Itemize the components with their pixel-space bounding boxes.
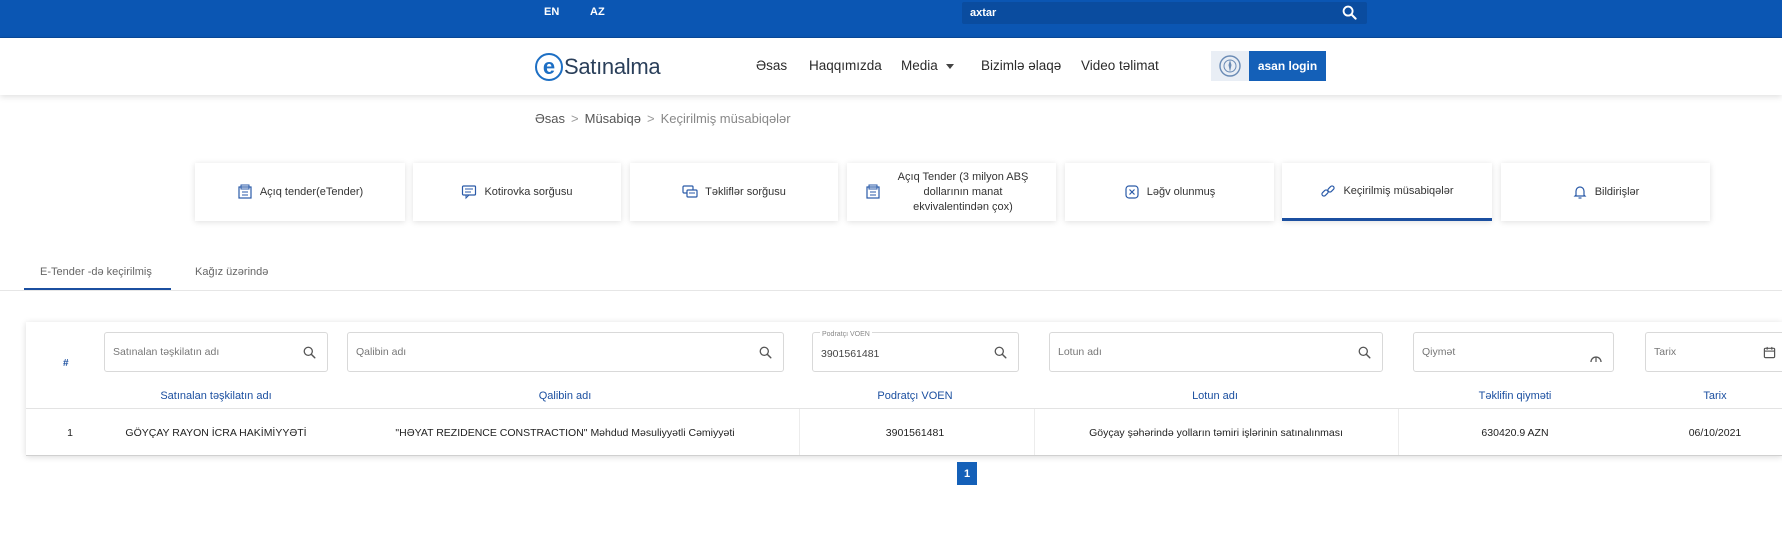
nav-video-tutorial[interactable]: Video təlimat bbox=[1081, 58, 1159, 73]
card-label: Bildirişlər bbox=[1594, 186, 1640, 198]
tab-etender[interactable]: E-Tender -də keçirilmiş bbox=[40, 266, 152, 278]
search-icon[interactable] bbox=[759, 346, 772, 364]
cell-org: GÖYÇAY RAYON İCRA HAKİMİYYƏTİ bbox=[125, 427, 307, 439]
tab-paper[interactable]: Kağız üzərində bbox=[195, 266, 268, 278]
table-header-divider bbox=[26, 408, 1782, 409]
cell-lot: Göyçay şəhərində yolların təmiri işlərin… bbox=[1089, 427, 1343, 439]
card-label: Kotirovka sorğusu bbox=[484, 186, 573, 198]
header-date[interactable]: Tarix bbox=[1675, 390, 1755, 402]
card-open-tender-large[interactable]: Açıq Tender (3 milyon ABŞ dollarının man… bbox=[847, 163, 1056, 221]
winner-filter-field bbox=[347, 332, 784, 372]
lang-en-link[interactable]: EN bbox=[544, 6, 559, 18]
link-icon bbox=[1320, 183, 1336, 199]
tender-doc-icon bbox=[237, 184, 253, 200]
tabs-divider bbox=[0, 290, 1782, 291]
card-label: Təkliflər sorğusu bbox=[705, 186, 786, 198]
offers-chat-icon bbox=[682, 184, 698, 200]
header-voen[interactable]: Podratçı VOEN bbox=[840, 390, 990, 402]
date-filter-field bbox=[1645, 332, 1782, 372]
asan-login-button[interactable]: asan login bbox=[1211, 51, 1326, 81]
cancel-x-icon bbox=[1124, 184, 1140, 200]
nav-media[interactable]: Media bbox=[901, 58, 954, 73]
site-logo[interactable]: e Satınalma bbox=[535, 50, 661, 84]
emblem-icon bbox=[1211, 51, 1249, 81]
lang-az-link[interactable]: AZ bbox=[590, 6, 605, 18]
cell-row-number: 1 bbox=[67, 427, 73, 439]
search-icon[interactable] bbox=[994, 346, 1007, 364]
cell-divider bbox=[799, 409, 800, 455]
logo-e-mark: e bbox=[535, 53, 563, 81]
breadcrumb-home[interactable]: Əsas bbox=[535, 111, 565, 126]
search-icon[interactable] bbox=[1342, 5, 1357, 25]
header-winner[interactable]: Qalibin adı bbox=[490, 390, 640, 402]
breadcrumb: Əsas > Müsabiqə > Keçirilmiş müsabiqələr bbox=[535, 111, 791, 126]
chevron-down-icon bbox=[945, 63, 954, 69]
org-filter-input[interactable] bbox=[113, 346, 293, 358]
cell-winner: "HƏYAT REZIDENCE CONSTRACTION" Məhdud Mə… bbox=[395, 427, 735, 439]
price-filter-input[interactable] bbox=[1422, 346, 1572, 358]
price-filter-field bbox=[1413, 332, 1614, 372]
top-bar: EN AZ bbox=[0, 0, 1782, 38]
table-bottom-border bbox=[26, 455, 1782, 456]
cell-date: 06/10/2021 bbox=[1688, 427, 1742, 439]
search-icon[interactable] bbox=[1358, 346, 1371, 364]
cell-divider bbox=[1034, 409, 1035, 455]
lot-filter-input[interactable] bbox=[1058, 346, 1348, 358]
winner-filter-input[interactable] bbox=[356, 346, 746, 358]
cell-voen: 3901561481 bbox=[885, 427, 945, 439]
calendar-icon[interactable] bbox=[1763, 346, 1776, 364]
nav-home[interactable]: Əsas bbox=[756, 58, 787, 73]
active-tab-indicator bbox=[24, 288, 171, 290]
nav-contact[interactable]: Bizimlə əlaqə bbox=[981, 58, 1061, 73]
card-cancelled[interactable]: Ləğv olunmuş bbox=[1065, 163, 1274, 221]
top-search-box bbox=[962, 2, 1367, 24]
voen-filter-input[interactable] bbox=[821, 348, 981, 360]
quote-message-icon bbox=[461, 184, 477, 200]
card-open-tender[interactable]: Açıq tender(eTender) bbox=[195, 163, 405, 221]
card-offers[interactable]: Təkliflər sorğusu bbox=[630, 163, 838, 221]
card-label: Keçirilmiş müsabiqələr bbox=[1343, 184, 1454, 197]
card-notifications[interactable]: Bildirişlər bbox=[1501, 163, 1710, 221]
nav-about[interactable]: Haqqımızda bbox=[809, 58, 882, 73]
voen-filter-label: Podratçı VOEN bbox=[820, 331, 872, 338]
date-filter-input[interactable] bbox=[1654, 346, 1744, 358]
page-1-button[interactable]: 1 bbox=[957, 462, 977, 485]
cell-divider bbox=[1398, 409, 1399, 455]
top-search-input[interactable] bbox=[970, 5, 1330, 21]
tender-doc-icon bbox=[865, 184, 881, 200]
row-number-header: # bbox=[63, 358, 69, 369]
card-label: Açıq Tender (3 milyon ABŞ dollarının man… bbox=[897, 170, 1029, 213]
breadcrumb-current: Keçirilmiş müsabiqələr bbox=[660, 111, 791, 126]
voen-filter-field: Podratçı VOEN bbox=[812, 331, 1019, 372]
nav-media-label: Media bbox=[901, 58, 938, 73]
header-price[interactable]: Təklifin qiyməti bbox=[1440, 390, 1590, 402]
bell-icon bbox=[1572, 184, 1588, 200]
org-filter-field bbox=[104, 332, 328, 372]
lot-filter-field bbox=[1049, 332, 1383, 372]
main-header: e Satınalma Əsas Haqqımızda Media Biziml… bbox=[0, 38, 1782, 95]
logo-text: Satınalma bbox=[564, 54, 661, 79]
card-completed-competitions[interactable]: Keçirilmiş müsabiqələr bbox=[1282, 163, 1492, 221]
card-label: Açıq tender(eTender) bbox=[259, 186, 364, 198]
card-quotation[interactable]: Kotirovka sorğusu bbox=[413, 163, 621, 221]
header-org[interactable]: Satınalan təşkilatın adı bbox=[140, 390, 292, 402]
asan-login-label: asan login bbox=[1249, 51, 1326, 81]
range-arch-icon[interactable] bbox=[1590, 350, 1602, 368]
header-lot[interactable]: Lotun adı bbox=[1140, 390, 1290, 402]
card-label: Ləğv olunmuş bbox=[1146, 186, 1216, 198]
search-icon[interactable] bbox=[303, 346, 316, 364]
cell-price: 630420.9 AZN bbox=[1481, 427, 1549, 439]
breadcrumb-competition[interactable]: Müsabiqə bbox=[585, 111, 641, 126]
